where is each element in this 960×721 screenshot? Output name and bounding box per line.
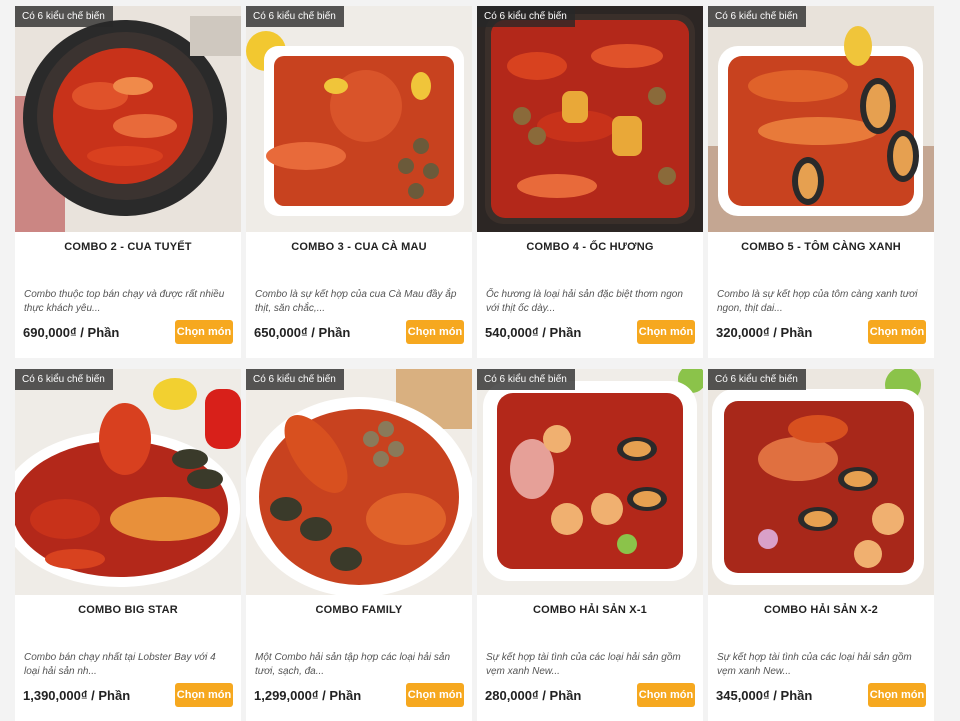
price-value: 280,000₫ bbox=[485, 687, 539, 703]
product-description: Một Combo hải sản tập hợp các loại hải s… bbox=[255, 652, 451, 677]
price-unit: Phần bbox=[780, 687, 813, 703]
badge-cooking-styles: Có 6 kiểu chế biến bbox=[477, 369, 575, 390]
product-description: Combo bán chạy nhất tại Lobster Bay với … bbox=[24, 652, 216, 677]
product-photo[interactable]: Có 6 kiểu chế biến bbox=[477, 6, 703, 232]
product-title[interactable]: COMBO 2 - CUA TUYẾT bbox=[15, 241, 241, 255]
price-row: 540,000₫ / Phần Chọn món bbox=[485, 320, 695, 344]
badge-cooking-styles: Có 6 kiểu chế biến bbox=[477, 6, 575, 27]
price-value: 690,000₫ bbox=[23, 324, 77, 340]
choose-dish-button[interactable]: Chọn món bbox=[868, 683, 926, 707]
product-photo[interactable]: Có 6 kiểu chế biến bbox=[708, 369, 934, 595]
product-description: Sự kết hợp tài tình của các loại hải sản… bbox=[717, 652, 912, 677]
product-photo[interactable]: Có 6 kiểu chế biến bbox=[246, 6, 472, 232]
product-title[interactable]: COMBO 4 - ỐC HƯƠNG bbox=[477, 241, 703, 255]
product-card-hai-san-x2[interactable]: Có 6 kiểu chế biến COMBO HẢI SẢN X-2 Sự … bbox=[708, 369, 934, 721]
product-title[interactable]: COMBO HẢI SẢN X-2 bbox=[708, 604, 934, 618]
price-unit: Phần bbox=[549, 687, 582, 703]
price-unit: Phần bbox=[98, 687, 131, 703]
choose-dish-button[interactable]: Chọn món bbox=[637, 683, 695, 707]
badge-cooking-styles: Có 6 kiểu chế biến bbox=[708, 6, 806, 27]
product-photo[interactable]: Có 6 kiểu chế biến bbox=[477, 369, 703, 595]
price-unit: Phần bbox=[780, 324, 813, 340]
price-value: 320,000₫ bbox=[716, 324, 770, 340]
price-row: 1,390,000₫ / Phần Chọn món bbox=[23, 683, 233, 707]
price-value: 650,000₫ bbox=[254, 324, 308, 340]
price-separator: / bbox=[322, 687, 326, 703]
product-price: 540,000₫ / Phần bbox=[485, 325, 581, 340]
choose-dish-button[interactable]: Chọn món bbox=[406, 683, 464, 707]
product-description: Sự kết hợp tài tình của các loại hải sản… bbox=[486, 652, 681, 677]
price-separator: / bbox=[80, 324, 84, 340]
price-separator: / bbox=[311, 324, 315, 340]
price-separator: / bbox=[773, 687, 777, 703]
price-separator: / bbox=[91, 687, 95, 703]
price-unit: Phần bbox=[87, 324, 120, 340]
price-unit: Phần bbox=[318, 324, 351, 340]
product-price: 1,390,000₫ / Phần bbox=[23, 688, 130, 703]
product-card-family[interactable]: Có 6 kiểu chế biến COMBO FAMILY Một Comb… bbox=[246, 369, 472, 721]
product-title[interactable]: COMBO BIG STAR bbox=[15, 604, 241, 618]
product-card-combo-2[interactable]: Có 6 kiểu chế biến COMBO 2 - CUA TUYẾT C… bbox=[15, 6, 241, 358]
product-description: Ốc hương là loại hải sản đặc biệt thơm n… bbox=[486, 289, 683, 314]
choose-dish-button[interactable]: Chọn món bbox=[406, 320, 464, 344]
product-description: Combo là sự kết hợp của cua Cà Mau đầy ắ… bbox=[255, 289, 457, 314]
price-separator: / bbox=[542, 687, 546, 703]
product-description: Combo thuộc top bán chạy và được rất nhi… bbox=[24, 289, 225, 314]
product-price: 1,299,000₫ / Phần bbox=[254, 688, 361, 703]
badge-cooking-styles: Có 6 kiểu chế biến bbox=[246, 6, 344, 27]
badge-cooking-styles: Có 6 kiểu chế biến bbox=[15, 369, 113, 390]
product-photo[interactable]: Có 6 kiểu chế biến bbox=[708, 6, 934, 232]
price-row: 690,000₫ / Phần Chọn món bbox=[23, 320, 233, 344]
product-card-combo-5[interactable]: Có 6 kiểu chế biến COMBO 5 - TÔM CÀNG XA… bbox=[708, 6, 934, 358]
product-card-hai-san-x1[interactable]: Có 6 kiểu chế biến COMBO HẢI SẢN X-1 Sự … bbox=[477, 369, 703, 721]
product-photo[interactable]: Có 6 kiểu chế biến bbox=[15, 6, 241, 232]
product-card-combo-3[interactable]: Có 6 kiểu chế biến COMBO 3 - CUA CÀ MAU … bbox=[246, 6, 472, 358]
product-price: 280,000₫ / Phần bbox=[485, 688, 581, 703]
choose-dish-button[interactable]: Chọn món bbox=[637, 320, 695, 344]
product-price: 690,000₫ / Phần bbox=[23, 325, 119, 340]
price-row: 280,000₫ / Phần Chọn món bbox=[485, 683, 695, 707]
price-value: 1,390,000₫ bbox=[23, 687, 88, 703]
product-description: Combo là sự kết hợp của tôm càng xanh tư… bbox=[717, 289, 918, 314]
price-row: 1,299,000₫ / Phần Chọn món bbox=[254, 683, 464, 707]
product-price: 650,000₫ / Phần bbox=[254, 325, 350, 340]
product-photo[interactable]: Có 6 kiểu chế biến bbox=[246, 369, 472, 595]
price-separator: / bbox=[542, 324, 546, 340]
product-title[interactable]: COMBO FAMILY bbox=[246, 604, 472, 618]
price-value: 1,299,000₫ bbox=[254, 687, 319, 703]
price-row: 650,000₫ / Phần Chọn món bbox=[254, 320, 464, 344]
choose-dish-button[interactable]: Chọn món bbox=[175, 683, 233, 707]
product-card-combo-4[interactable]: Có 6 kiểu chế biến COMBO 4 - ỐC HƯƠNG Ốc… bbox=[477, 6, 703, 358]
price-value: 345,000₫ bbox=[716, 687, 770, 703]
product-photo[interactable]: Có 6 kiểu chế biến bbox=[15, 369, 241, 595]
price-separator: / bbox=[773, 324, 777, 340]
product-title[interactable]: COMBO 3 - CUA CÀ MAU bbox=[246, 241, 472, 255]
product-price: 320,000₫ / Phần bbox=[716, 325, 812, 340]
price-value: 540,000₫ bbox=[485, 324, 539, 340]
product-price: 345,000₫ / Phần bbox=[716, 688, 812, 703]
badge-cooking-styles: Có 6 kiểu chế biến bbox=[246, 369, 344, 390]
badge-cooking-styles: Có 6 kiểu chế biến bbox=[15, 6, 113, 27]
product-title[interactable]: COMBO HẢI SẢN X-1 bbox=[477, 604, 703, 618]
product-title[interactable]: COMBO 5 - TÔM CÀNG XANH bbox=[708, 241, 934, 255]
badge-cooking-styles: Có 6 kiểu chế biến bbox=[708, 369, 806, 390]
choose-dish-button[interactable]: Chọn món bbox=[868, 320, 926, 344]
price-unit: Phần bbox=[549, 324, 582, 340]
price-row: 320,000₫ / Phần Chọn món bbox=[716, 320, 926, 344]
price-unit: Phần bbox=[329, 687, 362, 703]
price-row: 345,000₫ / Phần Chọn món bbox=[716, 683, 926, 707]
product-grid: Có 6 kiểu chế biến COMBO 2 - CUA TUYẾT C… bbox=[15, 6, 935, 721]
choose-dish-button[interactable]: Chọn món bbox=[175, 320, 233, 344]
product-card-big-star[interactable]: Có 6 kiểu chế biến COMBO BIG STAR Combo … bbox=[15, 369, 241, 721]
